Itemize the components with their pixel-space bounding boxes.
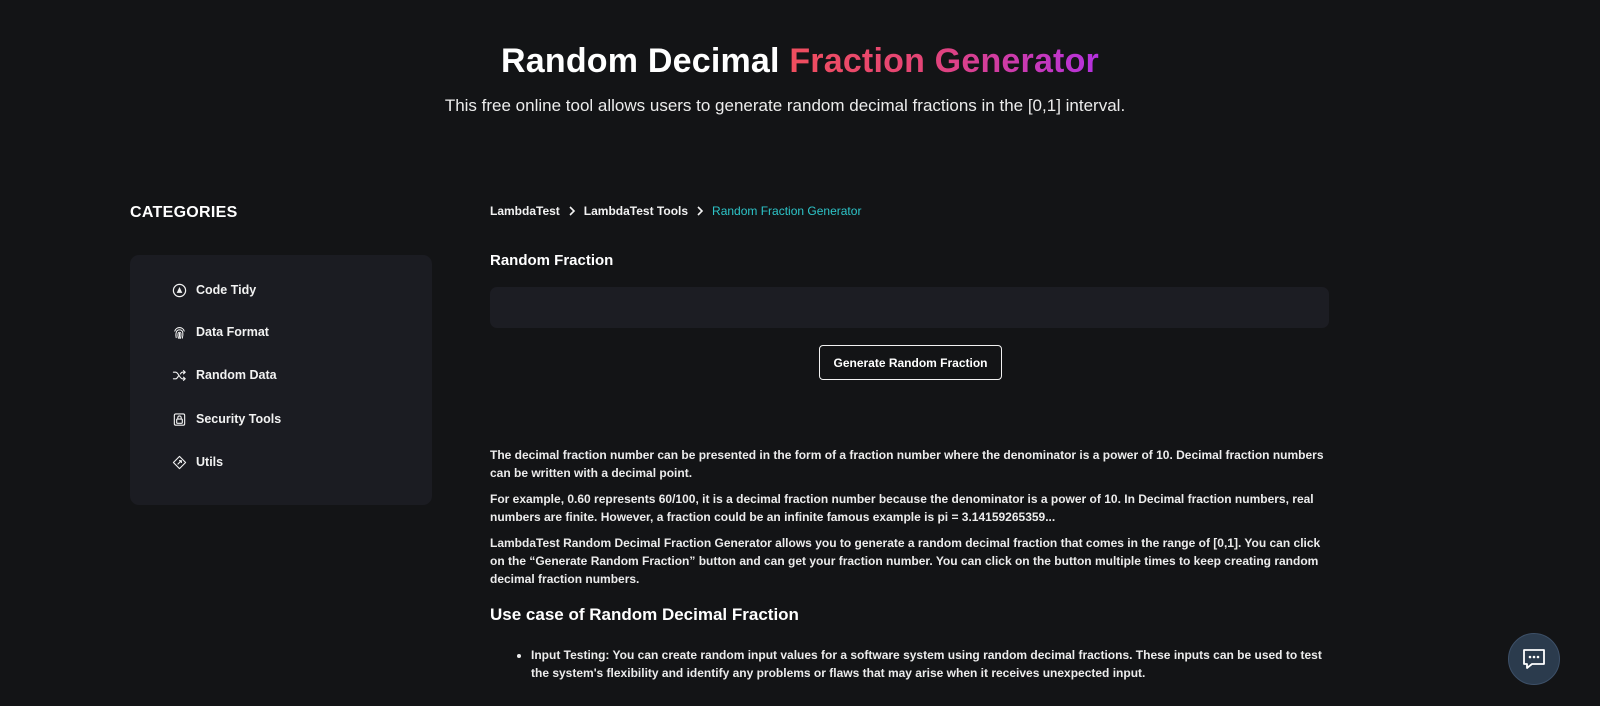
chat-button[interactable] (1508, 633, 1560, 685)
sidebar-item-code-tidy[interactable]: Code Tidy (172, 280, 256, 300)
categories-panel: Code Tidy Data Format Random Data Securi… (130, 255, 432, 505)
utils-icon (172, 455, 187, 469)
description-content: The decimal fraction number can be prese… (490, 446, 1335, 682)
description-paragraph: The decimal fraction number can be prese… (490, 448, 1324, 480)
random-fraction-label: Random Fraction (490, 252, 614, 269)
breadcrumb: LambdaTest LambdaTest Tools Random Fract… (490, 204, 861, 218)
sidebar-item-random-data[interactable]: Random Data (172, 365, 277, 385)
sidebar-item-security-tools[interactable]: Security Tools (172, 409, 281, 429)
chevron-right-icon (696, 206, 704, 216)
sidebar-item-label: Random Data (196, 368, 277, 382)
list-item: Input Testing: You can create random inp… (531, 646, 1335, 682)
page-title-main: Random Decimal (501, 42, 790, 80)
sidebar-item-label: Code Tidy (196, 283, 257, 297)
page-title-accent: Fraction Generator (789, 42, 1099, 80)
sidebar-item-label: Data Format (196, 325, 269, 339)
fingerprint-icon (174, 326, 185, 339)
sidebar-item-data-format[interactable]: Data Format (172, 322, 269, 342)
page-title: Random Decimal Fraction Generator (0, 42, 1600, 81)
chevron-right-icon (568, 206, 576, 216)
page-subtitle: This free online tool allows users to ge… (444, 96, 1126, 115)
description-paragraph: LambdaTest Random Decimal Fraction Gener… (490, 536, 1321, 586)
use-case-heading: Use case of Random Decimal Fraction (490, 605, 799, 624)
code-tidy-icon (172, 283, 187, 297)
chat-icon (1523, 649, 1545, 669)
sidebar-item-label: Security Tools (196, 412, 282, 426)
generate-random-fraction-button[interactable]: Generate Random Fraction (819, 345, 1002, 380)
breadcrumb-link-lambdatest[interactable]: LambdaTest (490, 204, 560, 218)
fraction-output-field[interactable] (490, 287, 1329, 328)
sidebar-item-utils[interactable]: Utils (172, 452, 223, 472)
description-paragraph: For example, 0.60 represents 60/100, it … (490, 492, 1314, 524)
breadcrumb-current: Random Fraction Generator (712, 204, 862, 218)
shuffle-icon (172, 369, 186, 381)
sidebar-item-label: Utils (196, 455, 224, 469)
lock-icon (173, 412, 186, 426)
breadcrumb-link-tools[interactable]: LambdaTest Tools (584, 204, 688, 218)
use-case-list: Input Testing: You can create random inp… (490, 646, 1335, 682)
page: Random Decimal Fraction Generator This f… (0, 0, 1600, 706)
categories-title: CATEGORIES (130, 204, 238, 221)
